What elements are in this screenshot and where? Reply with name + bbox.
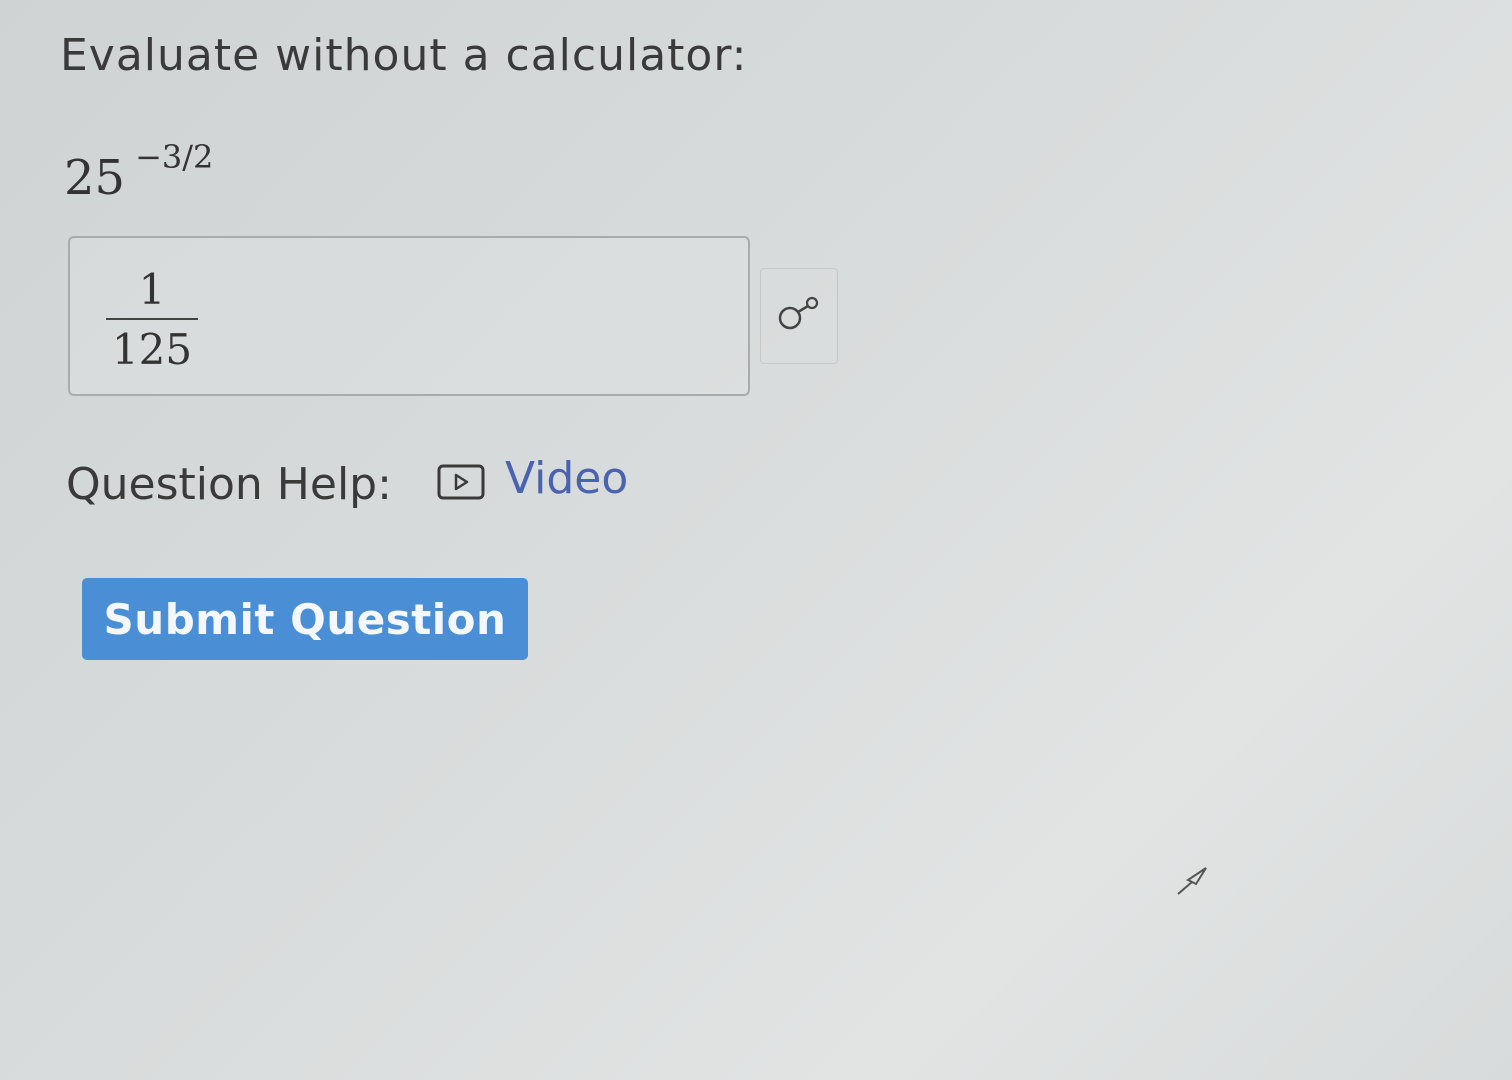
eye-glasses-icon — [778, 296, 819, 330]
mouse-cursor-icon — [1177, 867, 1207, 895]
preview-button[interactable] — [760, 268, 838, 364]
video-link-label: Video — [505, 452, 629, 504]
answer-denominator: 125 — [111, 325, 193, 374]
submit-question-button[interactable]: Submit Question — [82, 578, 528, 660]
expression-exponent: −3/2 — [135, 138, 214, 176]
question-prompt: Evaluate without a calculator: — [60, 30, 748, 81]
answer-fraction: 1 125 — [106, 266, 198, 374]
question-help-label: Question Help: — [66, 459, 392, 511]
question-help: Question Help: Video — [66, 453, 628, 512]
math-expression: 25 −3/2 — [64, 138, 213, 206]
play-box-icon — [437, 464, 485, 500]
answer-numerator: 1 — [138, 265, 166, 314]
answer-input[interactable]: 1 125 — [68, 236, 750, 396]
fraction-bar — [106, 318, 198, 320]
expression-base: 25 — [64, 150, 126, 206]
video-link[interactable]: Video — [437, 453, 628, 512]
